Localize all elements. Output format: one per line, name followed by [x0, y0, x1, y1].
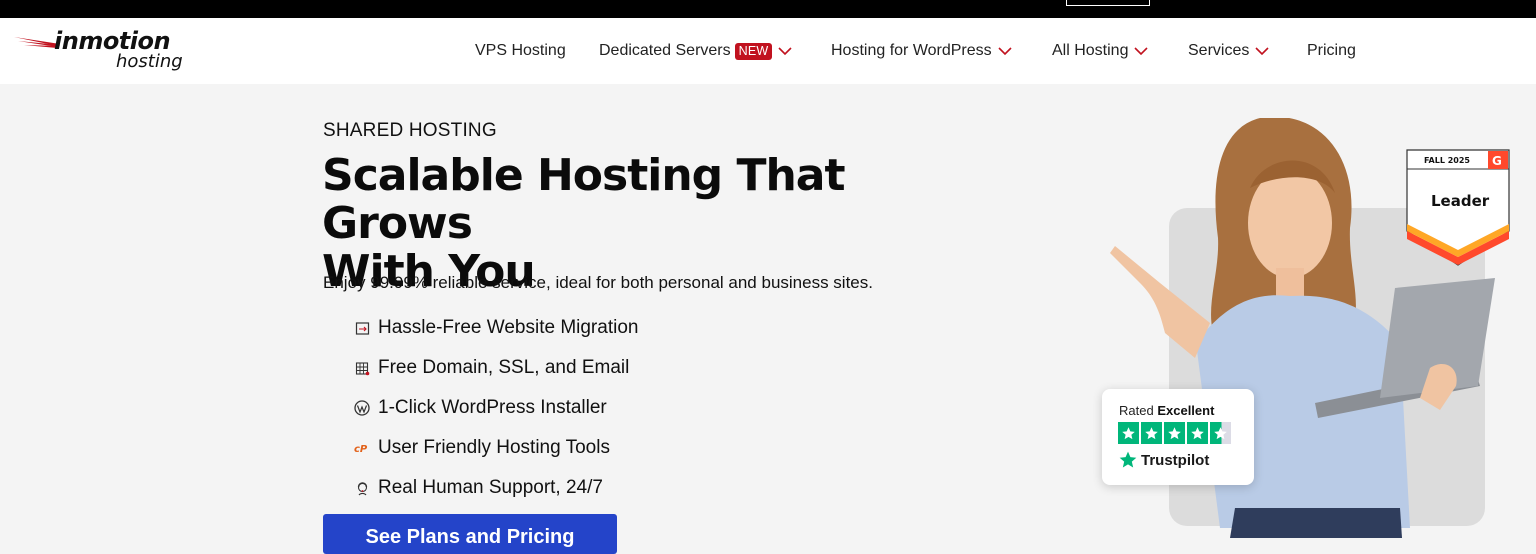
star-icon	[1164, 422, 1185, 444]
hero-title-line1: Scalable Hosting That Grows	[322, 150, 846, 249]
nav-label: Pricing	[1307, 42, 1356, 59]
chevron-down-icon	[1134, 47, 1149, 56]
trustpilot-widget[interactable]: Rated Excellent Trustpilot	[1102, 389, 1254, 485]
trustpilot-star-icon	[1119, 451, 1137, 468]
nav-all-hosting[interactable]: All Hosting	[1052, 18, 1149, 84]
top-announcement-bar	[0, 0, 1536, 18]
feature-label: User Friendly Hosting Tools	[378, 437, 610, 458]
trustpilot-stars	[1118, 422, 1231, 444]
feature-label: Hassle-Free Website Migration	[378, 317, 639, 338]
svg-text:cP: cP	[354, 444, 368, 454]
nav-pricing[interactable]: Pricing	[1307, 18, 1356, 84]
chevron-down-icon	[998, 47, 1012, 56]
trustpilot-rating-text: Rated Excellent	[1119, 403, 1214, 418]
cpanel-icon: cP	[353, 439, 371, 457]
see-plans-button[interactable]: See Plans and Pricing	[323, 514, 617, 554]
domain-icon	[353, 359, 371, 377]
nav-label: Dedicated Servers	[599, 42, 731, 59]
trustpilot-logo: Trustpilot	[1118, 450, 1209, 470]
site-header: inmotion hosting VPS Hosting Dedicated S…	[0, 18, 1536, 84]
brand-logo[interactable]: inmotion hosting	[14, 27, 194, 75]
nav-hosting-for-wordpress[interactable]: Hosting for WordPress	[831, 18, 1012, 84]
trustpilot-rating-word: Excellent	[1157, 403, 1215, 418]
nav-label: All Hosting	[1052, 42, 1129, 59]
feature-item: Real Human Support, 24/7	[353, 468, 638, 508]
g2-logo: G	[1492, 154, 1502, 168]
feature-label: 1-Click WordPress Installer	[378, 397, 607, 418]
nav-services[interactable]: Services	[1188, 18, 1269, 84]
nav-label: VPS Hosting	[475, 42, 566, 59]
feature-item: cP User Friendly Hosting Tools	[353, 428, 638, 468]
hero-eyebrow: SHARED HOSTING	[323, 120, 497, 141]
trustpilot-rated-label: Rated	[1119, 403, 1154, 418]
nav-label: Services	[1188, 42, 1250, 59]
feature-label: Real Human Support, 24/7	[378, 477, 603, 498]
chevron-down-icon	[1255, 47, 1269, 56]
trustpilot-brand: Trustpilot	[1141, 451, 1210, 469]
nav-dedicated-servers[interactable]: Dedicated Servers NEW	[599, 18, 792, 84]
nav-label: Hosting for WordPress	[831, 42, 992, 59]
top-bar-button[interactable]	[1066, 0, 1150, 6]
feature-label: Free Domain, SSL, and Email	[378, 357, 630, 378]
feature-item: Hassle-Free Website Migration	[353, 308, 638, 348]
half-star-icon	[1210, 422, 1231, 444]
migration-icon	[353, 319, 371, 337]
star-icon	[1118, 422, 1139, 444]
new-badge: NEW	[734, 42, 773, 60]
nav-vps-hosting[interactable]: VPS Hosting	[475, 18, 566, 84]
star-icon	[1141, 422, 1162, 444]
g2-season: FALL 2025	[1424, 156, 1470, 165]
feature-item: 1-Click WordPress Installer	[353, 388, 638, 428]
feature-list: Hassle-Free Website Migration Free Domai…	[353, 308, 638, 508]
logo-subword: hosting	[116, 51, 183, 72]
g2-leader-badge: G FALL 2025 Leader	[1406, 149, 1510, 266]
hero-lede: Enjoy 99.99% reliable service, ideal for…	[323, 273, 873, 292]
star-icon	[1187, 422, 1208, 444]
chevron-down-icon	[778, 47, 792, 56]
support-icon	[353, 479, 371, 497]
g2-title: Leader	[1431, 192, 1490, 210]
wordpress-icon	[353, 399, 371, 417]
feature-item: Free Domain, SSL, and Email	[353, 348, 638, 388]
